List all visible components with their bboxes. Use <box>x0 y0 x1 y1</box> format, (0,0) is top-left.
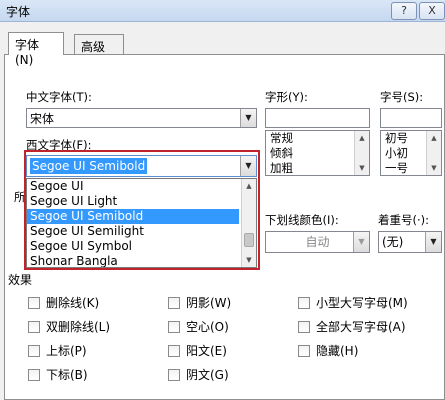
scrollbar[interactable]: ▲ ▼ <box>426 131 441 175</box>
font-size-list[interactable]: 初号 小初 一号 ▲ ▼ <box>380 130 442 176</box>
all-caps-checkbox[interactable]: 全部大写字母(A) <box>298 318 406 334</box>
scroll-up-icon[interactable]: ▲ <box>427 131 441 145</box>
checkbox-box[interactable] <box>28 345 40 357</box>
dropdown-item-selected[interactable]: Segoe UI Semibold <box>27 209 239 224</box>
window-title: 字体 <box>6 5 31 19</box>
scroll-up-icon[interactable]: ▲ <box>355 131 369 145</box>
checkbox-box[interactable] <box>168 369 180 381</box>
chevron-down-icon[interactable]: ▼ <box>240 109 256 127</box>
western-font-label: 西文字体(F): <box>26 138 92 152</box>
close-button[interactable]: X <box>419 2 445 20</box>
checkbox-box[interactable] <box>28 297 40 309</box>
chevron-down-icon[interactable]: ▼ <box>353 232 369 252</box>
chinese-font-label: 中文字体(T): <box>26 90 92 104</box>
dropdown-scrollbar[interactable]: ▲ ▼ <box>241 179 256 267</box>
engrave-checkbox[interactable]: 阴文(G) <box>168 366 229 382</box>
checkbox-box[interactable] <box>168 297 180 309</box>
dropdown-item[interactable]: Segoe UI Symbol <box>27 239 239 254</box>
title-bar: 字体 ? X <box>0 0 445 22</box>
underline-color-combo[interactable]: 自动 ▼ <box>265 231 370 253</box>
chinese-font-value: 宋体 <box>30 112 55 126</box>
western-font-value: Segoe UI Semibold <box>30 158 148 174</box>
emphasis-value: (无) <box>382 235 404 249</box>
strikethrough-checkbox[interactable]: 删除线(K) <box>28 294 99 310</box>
checkbox-label: 双删除线(L) <box>46 320 111 334</box>
chevron-down-icon[interactable]: ▼ <box>240 156 256 176</box>
font-size-input[interactable] <box>380 108 442 128</box>
chinese-font-combo[interactable]: 宋体 ▼ <box>26 108 257 128</box>
underline-color-value: 自动 <box>305 235 330 249</box>
help-button[interactable]: ? <box>391 2 417 20</box>
tab-font[interactable]: 字体(N) <box>8 32 64 67</box>
checkbox-label: 空心(O) <box>186 320 229 334</box>
checkbox-label: 下标(B) <box>46 368 88 382</box>
scroll-down-icon[interactable]: ▼ <box>242 253 256 267</box>
all-text-section-label: 所 <box>14 190 26 204</box>
emphasis-combo[interactable]: (无) ▼ <box>378 231 442 253</box>
emboss-checkbox[interactable]: 阳文(E) <box>168 342 227 358</box>
outline-checkbox[interactable]: 空心(O) <box>168 318 229 334</box>
checkbox-box[interactable] <box>168 345 180 357</box>
subscript-checkbox[interactable]: 下标(B) <box>28 366 88 382</box>
font-style-input[interactable] <box>265 108 370 128</box>
underline-color-label: 下划线颜色(I): <box>265 213 339 227</box>
dropdown-item[interactable]: Shonar Bangla <box>27 254 239 267</box>
chevron-down-icon[interactable]: ▼ <box>425 232 441 252</box>
checkbox-box[interactable] <box>298 321 310 333</box>
scroll-up-icon[interactable]: ▲ <box>242 179 256 193</box>
dropdown-item[interactable]: Segoe UI <box>27 179 239 194</box>
checkbox-label: 隐藏(H) <box>316 344 359 358</box>
checkbox-label: 小型大写字母(M) <box>316 296 408 310</box>
hidden-checkbox[interactable]: 隐藏(H) <box>298 342 358 358</box>
dropdown-item[interactable]: Segoe UI Light <box>27 194 239 209</box>
double-strikethrough-checkbox[interactable]: 双删除线(L) <box>28 318 110 334</box>
checkbox-box[interactable] <box>298 297 310 309</box>
superscript-checkbox[interactable]: 上标(P) <box>28 342 87 358</box>
checkbox-box[interactable] <box>28 369 40 381</box>
checkbox-box[interactable] <box>168 321 180 333</box>
shadow-checkbox[interactable]: 阴影(W) <box>168 294 231 310</box>
checkbox-label: 阴文(G) <box>186 368 229 382</box>
font-style-label: 字形(Y): <box>265 90 308 104</box>
scroll-down-icon[interactable]: ▼ <box>427 161 441 175</box>
scrollbar-thumb[interactable] <box>244 233 254 247</box>
western-font-combo[interactable]: Segoe UI Semibold ▼ <box>26 155 257 177</box>
effects-section-title: 效果 <box>8 273 33 287</box>
checkbox-box[interactable] <box>298 345 310 357</box>
font-size-label: 字号(S): <box>380 90 424 104</box>
small-caps-checkbox[interactable]: 小型大写字母(M) <box>298 294 408 310</box>
checkbox-label: 删除线(K) <box>46 296 100 310</box>
scrollbar[interactable]: ▲ ▼ <box>354 131 369 175</box>
tab-advanced[interactable]: 高级(V) <box>74 34 124 69</box>
checkbox-box[interactable] <box>28 321 40 333</box>
western-font-dropdown-list[interactable]: Segoe UI Segoe UI Light Segoe UI Semibol… <box>26 178 257 268</box>
font-style-list[interactable]: 常规 倾斜 加粗 ▲ ▼ <box>265 130 370 176</box>
dropdown-item[interactable]: Segoe UI Semilight <box>27 224 239 239</box>
checkbox-label: 阳文(E) <box>186 344 227 358</box>
checkbox-label: 阴影(W) <box>186 296 232 310</box>
emphasis-label: 着重号(·): <box>378 213 430 227</box>
scroll-down-icon[interactable]: ▼ <box>355 161 369 175</box>
checkbox-label: 全部大写字母(A) <box>316 320 406 334</box>
checkbox-label: 上标(P) <box>46 344 87 358</box>
